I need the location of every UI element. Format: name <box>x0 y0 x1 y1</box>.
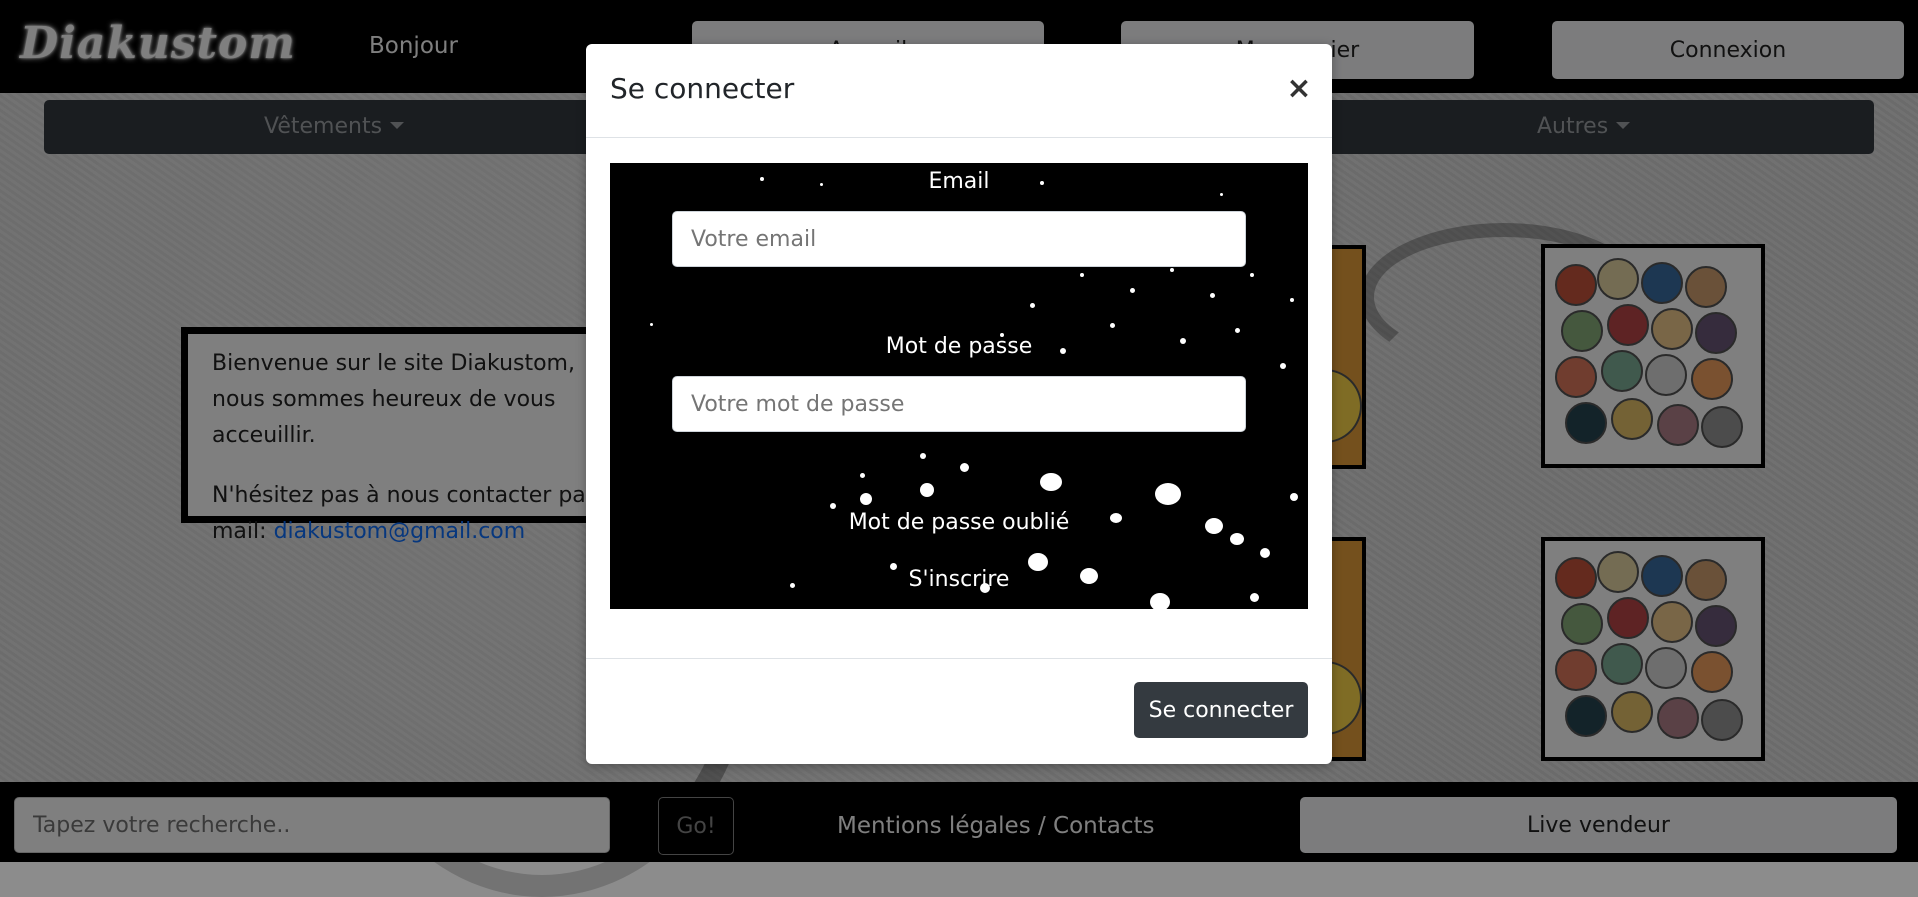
star-decoration <box>1280 363 1286 369</box>
star-decoration <box>1210 293 1215 298</box>
star-decoration <box>1080 273 1084 277</box>
header-divider <box>586 137 1332 138</box>
login-modal: Se connecter × Email Votre email Mot de … <box>586 44 1332 764</box>
star-decoration <box>1150 593 1170 609</box>
star-decoration <box>1290 493 1298 501</box>
star-decoration <box>920 453 926 459</box>
register-link[interactable]: S'inscrire <box>610 567 1308 592</box>
star-decoration <box>1260 548 1270 558</box>
password-label: Mot de passe <box>885 334 1033 359</box>
star-decoration <box>1130 288 1135 293</box>
star-decoration <box>860 493 872 505</box>
login-form-panel: Email Mot de passe Mot de passe oublié S… <box>610 163 1308 609</box>
star-decoration <box>830 503 836 509</box>
star-decoration <box>1290 298 1294 302</box>
close-icon[interactable]: × <box>1283 71 1315 106</box>
star-decoration <box>920 483 934 497</box>
star-decoration <box>1110 323 1115 328</box>
star-decoration <box>1170 268 1174 272</box>
star-decoration <box>1250 593 1259 602</box>
star-decoration <box>1235 328 1240 333</box>
star-decoration <box>650 323 653 326</box>
email-field[interactable] <box>672 211 1246 267</box>
submit-login-button[interactable]: Se connecter <box>1134 682 1308 738</box>
star-decoration <box>1030 303 1035 308</box>
star-decoration <box>860 473 865 478</box>
password-field[interactable] <box>672 376 1246 432</box>
modal-title: Se connecter <box>610 72 795 105</box>
email-label: Email <box>928 169 990 194</box>
star-decoration <box>1155 483 1181 505</box>
star-decoration <box>1040 473 1062 491</box>
star-decoration <box>960 463 969 472</box>
forgot-password-link[interactable]: Mot de passe oublié <box>610 510 1308 535</box>
star-decoration <box>1250 273 1254 277</box>
footer-divider <box>586 658 1332 659</box>
